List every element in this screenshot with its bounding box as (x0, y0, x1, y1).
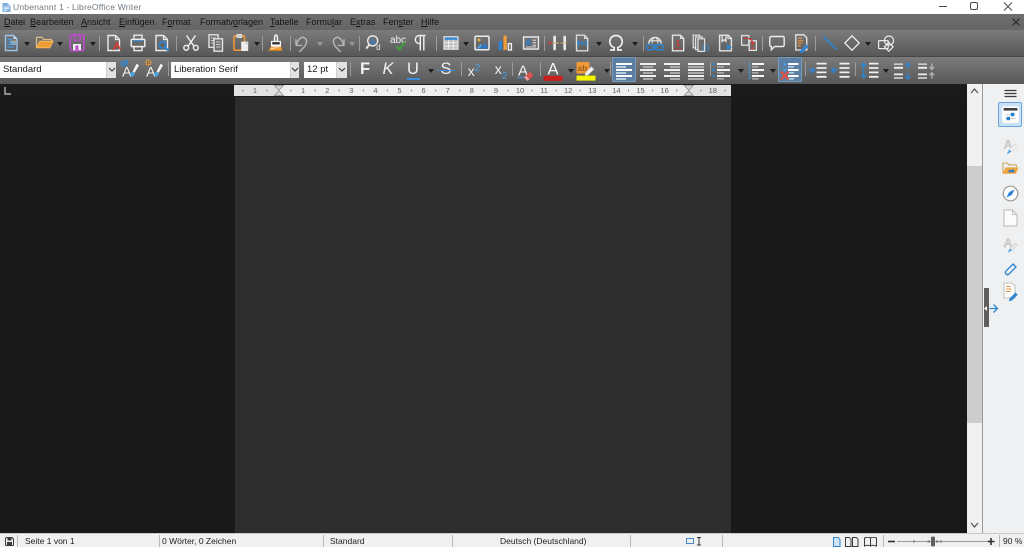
svg-text:13: 13 (588, 86, 596, 95)
svg-text:9: 9 (494, 86, 498, 95)
svg-text:ab: ab (578, 63, 588, 73)
svg-text:A: A (122, 64, 132, 80)
svg-text:3: 3 (748, 74, 752, 81)
svg-text:18: 18 (709, 86, 717, 95)
svg-text:1: 1 (676, 39, 681, 48)
svg-text:6: 6 (422, 86, 426, 95)
svg-text:5: 5 (397, 86, 401, 95)
svg-text:1: 1 (253, 86, 257, 95)
svg-text:14: 14 (612, 86, 620, 95)
svg-text:d: d (376, 43, 380, 52)
svg-text:12: 12 (564, 86, 572, 95)
svg-text:10: 10 (516, 86, 524, 95)
svg-text:2: 2 (325, 86, 329, 95)
svg-text:11: 11 (540, 86, 548, 95)
svg-text:15: 15 (636, 86, 644, 95)
svg-text:(i): (i) (702, 42, 710, 52)
svg-text:7: 7 (446, 86, 450, 95)
svg-text:1: 1 (301, 86, 305, 95)
svg-text:8: 8 (470, 86, 474, 95)
svg-text:A: A (525, 38, 532, 48)
svg-text:A: A (146, 64, 156, 80)
svg-text:16: 16 (660, 86, 668, 95)
svg-text:3: 3 (349, 86, 353, 95)
svg-text:4: 4 (373, 86, 377, 95)
svg-text:A: A (547, 61, 558, 78)
